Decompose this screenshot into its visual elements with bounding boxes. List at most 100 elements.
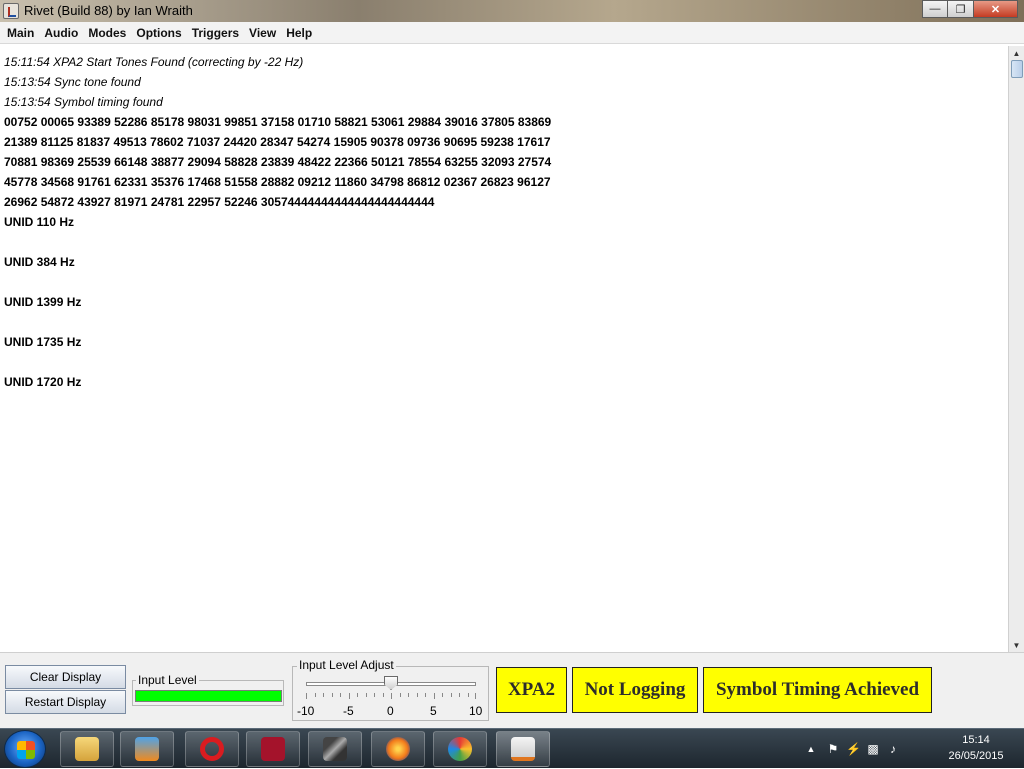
maximize-button[interactable]: ❐ xyxy=(948,0,974,18)
slider-tick xyxy=(425,693,426,697)
taskbar-app[interactable] xyxy=(308,731,362,767)
slider-tick xyxy=(416,693,418,697)
power-plug-icon[interactable]: ⚡ xyxy=(846,742,861,756)
clock[interactable]: 15:14 26/05/2015 xyxy=(936,732,1016,764)
slider-tick xyxy=(450,693,452,697)
slider-tick xyxy=(459,693,460,697)
slider-tick xyxy=(442,693,443,697)
menu-bar: Main Audio Modes Options Triggers View H… xyxy=(0,22,1024,44)
log-line: UNID 384 Hz xyxy=(4,255,75,269)
slider-tick-label: 5 xyxy=(430,704,437,718)
slider-tick xyxy=(348,693,350,699)
vertical-scrollbar[interactable]: ▲ ▼ xyxy=(1008,46,1024,652)
menu-triggers[interactable]: Triggers xyxy=(187,26,244,40)
close-button[interactable]: ✕ xyxy=(974,0,1018,18)
log-line: 00752 00065 93389 52286 85178 98031 9985… xyxy=(4,115,552,129)
taskbar-app[interactable] xyxy=(433,731,487,767)
input-level-meter xyxy=(135,690,282,702)
menu-help[interactable]: Help xyxy=(281,26,317,40)
mode-status-box: XPA2 xyxy=(496,667,567,713)
taskbar-app[interactable] xyxy=(60,731,114,767)
log-line: 15:11:54 XPA2 Start Tones Found (correct… xyxy=(4,55,304,69)
slider-tick xyxy=(475,693,476,699)
log-line: 15:13:54 Symbol timing found xyxy=(4,95,163,109)
window-controls: — ❐ ✕ xyxy=(922,0,1018,18)
close-icon: ✕ xyxy=(990,3,1001,16)
explorer-icon xyxy=(75,737,99,761)
slider-tick xyxy=(340,693,341,697)
microphone-icon xyxy=(323,737,347,761)
log-line: 15:13:54 Sync tone found xyxy=(4,75,141,89)
system-tray: ▲ ⚑ ⚡ ▩ ♪ 15:14 26/05/2015 xyxy=(804,729,1024,769)
taskbar-app-active[interactable] xyxy=(496,731,550,767)
restore-icon: ❐ xyxy=(955,3,966,16)
log-line-blank xyxy=(4,312,1004,332)
restart-display-button[interactable]: Restart Display xyxy=(5,690,126,714)
slider-tick-label: 0 xyxy=(387,704,394,718)
minimize-icon: — xyxy=(929,3,941,15)
slider-tick-label: -5 xyxy=(343,704,354,718)
window-title: Rivet (Build 88) by Ian Wraith xyxy=(24,3,193,18)
minimize-button[interactable]: — xyxy=(922,0,948,18)
log-line: UNID 1399 Hz xyxy=(4,295,82,309)
log-line: UNID 1735 Hz xyxy=(4,335,82,349)
mendeley-icon xyxy=(261,737,285,761)
java-icon xyxy=(511,737,535,761)
log-line: 21389 81125 81837 49513 78602 71037 2442… xyxy=(4,135,551,149)
scrollbar-thumb[interactable] xyxy=(1011,60,1023,78)
show-hidden-icons-icon[interactable]: ▲ xyxy=(804,742,818,756)
slider-tick xyxy=(399,693,401,697)
scroll-down-arrow-icon[interactable]: ▼ xyxy=(1009,638,1024,652)
slider-tick-label: 10 xyxy=(469,704,483,718)
menu-main[interactable]: Main xyxy=(2,26,39,40)
menu-view[interactable]: View xyxy=(244,26,281,40)
slider-tick xyxy=(323,693,324,697)
clear-display-button[interactable]: Clear Display xyxy=(5,665,126,689)
opera-icon xyxy=(200,737,224,761)
log-line: UNID 110 Hz xyxy=(4,215,75,229)
clock-time: 15:14 xyxy=(962,734,990,746)
slider-tick xyxy=(314,693,316,697)
network-icon[interactable]: ▩ xyxy=(866,742,880,756)
input-level-label: Input Level xyxy=(136,673,199,687)
media-player-icon xyxy=(135,737,159,761)
menu-modes[interactable]: Modes xyxy=(83,26,131,40)
taskbar-app[interactable] xyxy=(371,731,425,767)
slider-ticks xyxy=(306,693,476,699)
volume-icon[interactable]: ♪ xyxy=(886,742,900,756)
clock-date: 26/05/2015 xyxy=(948,750,1004,762)
taskbar-app[interactable] xyxy=(120,731,174,767)
log-line: 70881 98369 25539 66148 38877 29094 5882… xyxy=(4,155,552,169)
slider-tick xyxy=(357,693,358,697)
taskbar-app[interactable] xyxy=(185,731,239,767)
log-line-blank xyxy=(4,352,1004,372)
log-line-blank xyxy=(4,272,1004,292)
logging-status-box: Not Logging xyxy=(572,667,698,713)
title-bar[interactable]: Rivet (Build 88) by Ian Wraith — ❐ ✕ xyxy=(0,0,1024,22)
input-level-adjust-label: Input Level Adjust xyxy=(297,658,396,672)
slider-tick-label: -10 xyxy=(297,704,315,718)
start-button[interactable] xyxy=(4,730,46,768)
slider-tick xyxy=(467,693,469,697)
slider-tick xyxy=(391,693,392,699)
log-line: UNID 1720 Hz xyxy=(4,375,82,389)
menu-audio[interactable]: Audio xyxy=(39,26,83,40)
decode-output-area[interactable]: 15:11:54 XPA2 Start Tones Found (correct… xyxy=(0,46,1008,652)
slider-tick xyxy=(408,693,409,697)
slider-tick xyxy=(365,693,367,697)
log-line: 45778 34568 91761 62331 35376 17468 5155… xyxy=(4,175,551,189)
slider-tick xyxy=(306,693,307,699)
log-lines: 15:11:54 XPA2 Start Tones Found (correct… xyxy=(4,52,1004,392)
taskbar-app[interactable] xyxy=(246,731,300,767)
slider-tick xyxy=(382,693,384,697)
firefox-icon xyxy=(386,737,410,761)
slider-tick xyxy=(374,693,375,697)
scroll-up-arrow-icon[interactable]: ▲ xyxy=(1009,46,1024,60)
log-line: 26962 54872 43927 81971 24781 22957 5224… xyxy=(4,195,435,209)
log-line-blank xyxy=(4,232,1004,252)
taskbar: ▲ ⚑ ⚡ ▩ ♪ 15:14 26/05/2015 xyxy=(0,728,1024,768)
menu-options[interactable]: Options xyxy=(131,26,186,40)
action-center-flag-icon[interactable]: ⚑ xyxy=(826,742,840,756)
timing-status-box: Symbol Timing Achieved xyxy=(703,667,932,713)
slider-tick xyxy=(433,693,435,699)
